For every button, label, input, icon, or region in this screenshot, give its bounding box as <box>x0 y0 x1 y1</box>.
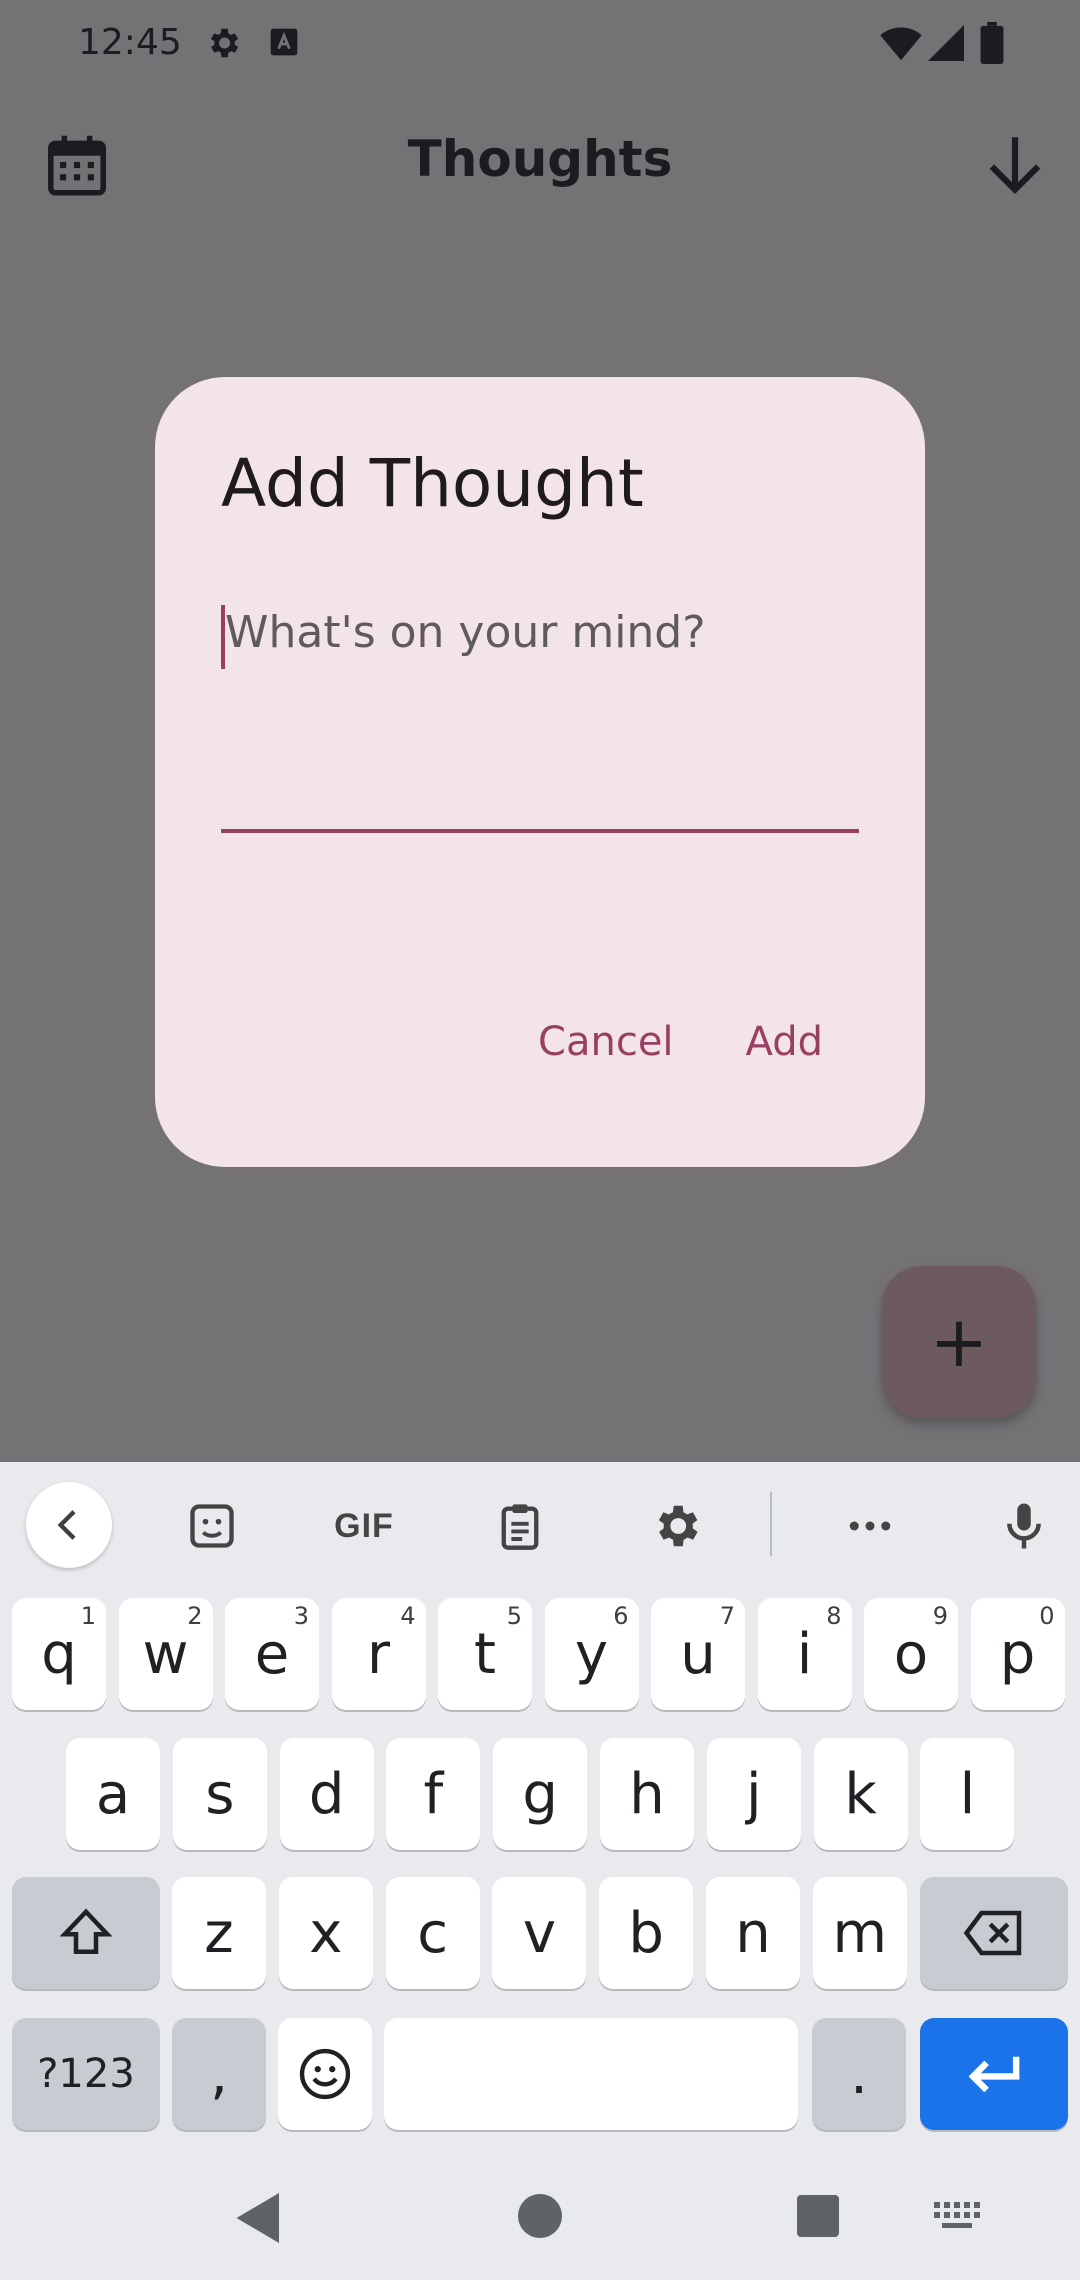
keyboard-switch-icon[interactable] <box>934 2202 980 2232</box>
sticker-button[interactable] <box>170 1484 254 1568</box>
nav-recents-button[interactable] <box>797 2195 839 2237</box>
backspace-key[interactable] <box>920 1877 1068 1989</box>
comma-key[interactable]: , <box>172 2018 266 2130</box>
gear-icon <box>210 28 239 58</box>
shift-key[interactable] <box>12 1877 160 1989</box>
clipboard-button[interactable] <box>478 1484 562 1568</box>
key-r[interactable]: r4 <box>331 1598 426 1710</box>
thought-input[interactable]: What's on your mind? <box>221 603 859 833</box>
status-bar: 12:45 <box>0 0 1080 88</box>
key-hint: 5 <box>506 1602 522 1630</box>
backspace-icon <box>963 1910 1022 1956</box>
add-thought-fab[interactable]: + <box>882 1266 1036 1418</box>
add-thought-dialog: Add Thought What's on your mind? Cancel … <box>155 377 925 1167</box>
sticker-icon <box>190 1504 234 1548</box>
system-nav-bar <box>0 2150 1080 2280</box>
key-q[interactable]: q1 <box>12 1598 106 1710</box>
plus-icon: + <box>929 1301 989 1383</box>
input-placeholder: What's on your mind? <box>225 607 706 658</box>
more-button[interactable] <box>828 1484 912 1568</box>
key-hint: 2 <box>187 1602 203 1630</box>
keyboard-toolbar: GIF <box>0 1462 1080 1582</box>
more-icon <box>849 1521 891 1531</box>
key-label: y <box>574 1621 609 1687</box>
chevron-left-icon <box>57 1510 76 1540</box>
arrow-down-icon[interactable] <box>978 128 1052 202</box>
key-hint: 9 <box>932 1602 948 1630</box>
keyboard-back-button[interactable] <box>26 1482 112 1568</box>
symbols-key[interactable]: ?123 <box>12 2018 160 2130</box>
cancel-button[interactable]: Cancel <box>502 1007 710 1087</box>
key-label: w <box>142 1621 189 1687</box>
key-h[interactable]: h <box>600 1738 694 1850</box>
font-a-icon <box>270 28 298 56</box>
shift-icon <box>59 1908 113 1954</box>
key-y[interactable]: y6 <box>544 1598 639 1710</box>
key-c[interactable]: c <box>385 1877 480 1989</box>
dialog-title: Add Thought <box>221 445 644 522</box>
key-s[interactable]: s <box>172 1738 267 1850</box>
mic-icon <box>1007 1503 1041 1549</box>
app-bar: Thoughts <box>0 100 1080 230</box>
battery-icon <box>980 22 1004 64</box>
key-label: e <box>254 1621 290 1687</box>
key-j[interactable]: j <box>706 1738 801 1850</box>
key-label: q <box>41 1621 77 1687</box>
key-d[interactable]: d <box>279 1738 374 1850</box>
enter-icon <box>968 2056 1020 2093</box>
key-k[interactable]: k <box>813 1738 908 1850</box>
key-hint: 3 <box>293 1602 309 1630</box>
key-label: t <box>474 1621 496 1687</box>
key-o[interactable]: o9 <box>864 1598 958 1710</box>
key-label: r <box>366 1621 391 1687</box>
key-hint: 7 <box>719 1602 735 1630</box>
key-hint: 4 <box>400 1602 416 1630</box>
key-n[interactable]: n <box>706 1877 800 1989</box>
key-i[interactable]: i8 <box>757 1598 852 1710</box>
key-hint: 1 <box>80 1602 96 1630</box>
nav-back-icon[interactable] <box>234 2190 284 2246</box>
emoji-icon <box>299 2048 351 2100</box>
key-label: i <box>796 1621 813 1687</box>
key-t[interactable]: t5 <box>438 1598 532 1710</box>
signal-icon <box>928 25 964 61</box>
emoji-key[interactable] <box>278 2018 372 2130</box>
key-f[interactable]: f <box>386 1738 481 1850</box>
key-p[interactable]: p0 <box>970 1598 1065 1710</box>
space-key[interactable] <box>384 2018 798 2130</box>
key-l[interactable]: l <box>920 1738 1015 1850</box>
key-hint: 8 <box>826 1602 842 1630</box>
key-m[interactable]: m <box>812 1877 907 1989</box>
enter-key[interactable] <box>920 2018 1068 2130</box>
key-label: o <box>893 1621 929 1687</box>
key-label: p <box>999 1621 1036 1687</box>
gif-button[interactable]: GIF <box>322 1484 406 1568</box>
status-time: 12:45 <box>78 22 182 63</box>
keyboard-settings-button[interactable] <box>634 1484 718 1568</box>
wifi-icon <box>880 27 922 61</box>
key-label: u <box>680 1621 716 1687</box>
nav-home-button[interactable] <box>518 2194 562 2238</box>
key-w[interactable]: w2 <box>118 1598 213 1710</box>
add-button[interactable]: Add <box>710 1007 859 1087</box>
key-b[interactable]: b <box>599 1877 694 1989</box>
key-x[interactable]: x <box>278 1877 373 1989</box>
mic-button[interactable] <box>982 1484 1066 1568</box>
key-e[interactable]: e3 <box>225 1598 319 1710</box>
key-hint: 0 <box>1039 1602 1055 1630</box>
page-title: Thoughts <box>407 130 673 188</box>
gif-label: GIF <box>334 1506 394 1545</box>
dialog-actions: Cancel Add <box>502 1007 859 1087</box>
key-z[interactable]: z <box>172 1877 266 1989</box>
key-g[interactable]: g <box>493 1738 588 1850</box>
settings-icon <box>658 1505 698 1547</box>
toolbar-divider <box>770 1492 772 1556</box>
key-v[interactable]: v <box>492 1877 587 1989</box>
key-u[interactable]: u7 <box>651 1598 745 1710</box>
key-hint: 6 <box>613 1602 629 1630</box>
period-key[interactable]: . <box>812 2018 906 2130</box>
clipboard-icon <box>501 1504 539 1550</box>
key-a[interactable]: a <box>66 1738 160 1850</box>
